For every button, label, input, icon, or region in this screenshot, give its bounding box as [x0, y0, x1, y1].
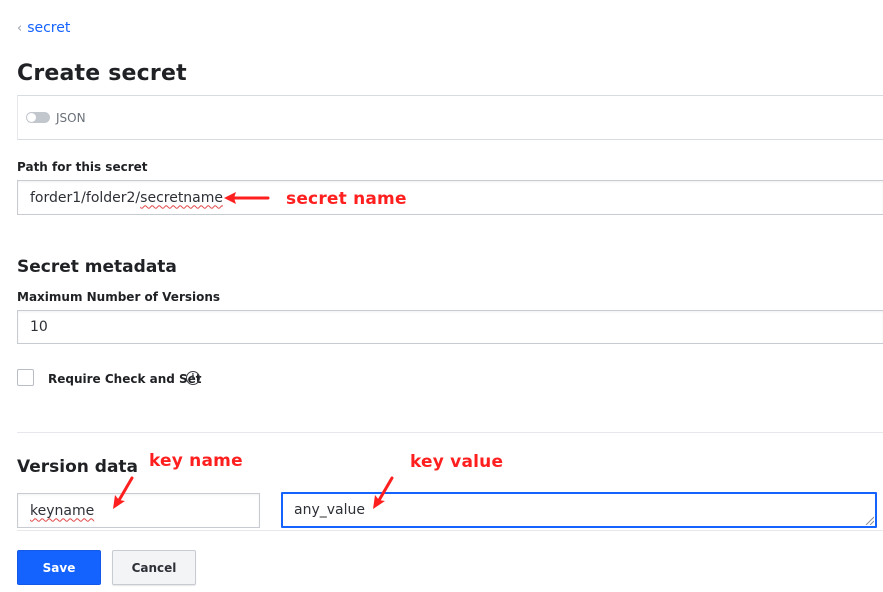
- max-versions-label: Maximum Number of Versions: [17, 290, 221, 304]
- cas-checkbox[interactable]: [17, 369, 34, 386]
- info-icon[interactable]: i: [186, 371, 200, 385]
- json-toggle[interactable]: [26, 112, 50, 123]
- version-data-heading: Version data: [17, 457, 139, 477]
- arrow-key-name-icon: [113, 476, 134, 509]
- json-toggle-bar: [17, 95, 883, 140]
- key-input-value: keyname: [30, 502, 95, 519]
- arrow-secret-name-icon: [224, 192, 270, 204]
- metadata-heading: Secret metadata: [17, 257, 177, 277]
- chevron-left-icon: ‹: [17, 20, 23, 36]
- save-button[interactable]: Save: [17, 550, 101, 585]
- breadcrumb[interactable]: ‹ secret: [17, 20, 70, 36]
- max-versions-value: 10: [30, 319, 48, 335]
- path-input[interactable]: forder1/folder2/secretname: [17, 180, 883, 215]
- annotation-key-name: key name: [149, 451, 243, 471]
- version-data-divider: [17, 530, 883, 531]
- breadcrumb-link[interactable]: secret: [27, 20, 70, 36]
- cancel-button[interactable]: Cancel: [112, 550, 196, 585]
- resize-handle-icon[interactable]: [864, 515, 874, 525]
- arrow-key-value-icon: [373, 476, 394, 509]
- key-input[interactable]: keyname: [17, 493, 260, 528]
- value-textarea-value: any_value: [294, 502, 365, 518]
- max-versions-input[interactable]: 10: [17, 310, 883, 344]
- path-input-value: forder1/folder2/secretname: [30, 189, 224, 206]
- annotation-secret-name: secret name: [286, 189, 407, 209]
- json-toggle-label: JSON: [56, 111, 86, 125]
- cas-label: Require Check and Set: [48, 372, 202, 386]
- path-label: Path for this secret: [17, 160, 148, 174]
- divider: [17, 432, 883, 433]
- annotation-key-value: key value: [410, 452, 504, 472]
- page-title: Create secret: [17, 61, 187, 86]
